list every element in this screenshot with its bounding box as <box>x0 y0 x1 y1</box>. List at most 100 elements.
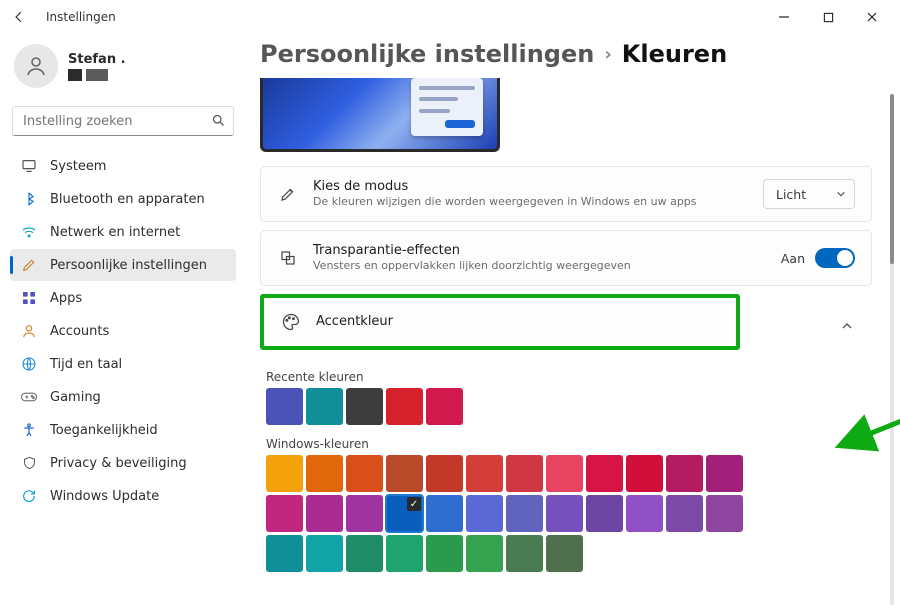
recent-swatch[interactable] <box>426 388 463 425</box>
windows-swatch[interactable] <box>306 455 343 492</box>
windows-swatch[interactable] <box>426 495 463 532</box>
accent-title: Accentkleur <box>316 314 720 330</box>
sidebar-item-3[interactable]: Persoonlijke instellingen <box>10 249 236 281</box>
accent-card[interactable]: Accentkleur <box>260 294 740 350</box>
sidebar-item-label: Bluetooth en apparaten <box>50 192 205 207</box>
minimize-button[interactable] <box>764 3 804 31</box>
windows-swatch[interactable] <box>386 455 423 492</box>
windows-swatch[interactable] <box>626 495 663 532</box>
scrollbar-thumb[interactable] <box>890 94 894 264</box>
windows-swatch[interactable] <box>706 455 743 492</box>
sidebar-item-8[interactable]: Toegankelijkheid <box>10 414 236 446</box>
sidebar-item-label: Netwerk en internet <box>50 225 180 240</box>
breadcrumb-current: Kleuren <box>622 40 727 68</box>
globe-icon <box>20 356 38 372</box>
brush-icon <box>277 185 299 203</box>
windows-swatch[interactable] <box>266 455 303 492</box>
window-title: Instellingen <box>46 10 116 24</box>
sidebar-item-7[interactable]: Gaming <box>10 381 236 413</box>
windows-swatch[interactable] <box>506 455 543 492</box>
recent-colors-grid <box>266 388 746 425</box>
recent-swatch[interactable] <box>346 388 383 425</box>
scrollbar[interactable] <box>890 94 894 605</box>
windows-swatch[interactable] <box>666 455 703 492</box>
windows-swatch[interactable] <box>586 495 623 532</box>
windows-swatch[interactable] <box>306 495 343 532</box>
sidebar-item-4[interactable]: Apps <box>10 282 236 314</box>
windows-swatch[interactable] <box>466 495 503 532</box>
sidebar-item-10[interactable]: Windows Update <box>10 480 236 512</box>
access-icon <box>20 422 38 438</box>
sidebar-nav: Systeem Bluetooth en apparaten Netwerk en … <box>10 150 236 512</box>
back-button[interactable] <box>8 6 30 28</box>
mode-title: Kies de modus <box>313 179 749 195</box>
profile[interactable]: Stefan . <box>10 38 236 102</box>
sidebar-item-1[interactable]: Bluetooth en apparaten <box>10 183 236 215</box>
windows-swatch[interactable] <box>346 495 383 532</box>
titlebar: Instellingen <box>0 0 900 34</box>
close-button[interactable] <box>852 3 892 31</box>
apps-icon <box>20 290 38 306</box>
windows-swatch[interactable] <box>626 455 663 492</box>
search-icon <box>211 113 226 132</box>
windows-swatch[interactable] <box>586 455 623 492</box>
sidebar-item-6[interactable]: Tijd en taal <box>10 348 236 380</box>
transparency-toggle[interactable] <box>815 248 855 268</box>
brush-icon <box>20 257 38 273</box>
sidebar-item-label: Windows Update <box>50 489 159 504</box>
desktop-preview <box>260 78 500 152</box>
sidebar-item-label: Gaming <box>50 390 101 405</box>
windows-swatch[interactable] <box>666 495 703 532</box>
sidebar-item-label: Tijd en taal <box>50 357 122 372</box>
monitor-icon <box>20 158 38 174</box>
maximize-button[interactable] <box>808 3 848 31</box>
sidebar-item-label: Toegankelijkheid <box>50 423 158 438</box>
windows-swatch[interactable] <box>426 535 463 572</box>
transparency-title: Transparantie-effecten <box>313 243 767 259</box>
gamepad-icon <box>20 390 38 404</box>
windows-swatch[interactable] <box>386 535 423 572</box>
windows-swatch[interactable] <box>266 495 303 532</box>
accent-expander[interactable] <box>832 320 862 332</box>
chevron-down-icon <box>836 189 846 199</box>
windows-swatch[interactable] <box>506 495 543 532</box>
breadcrumb-parent[interactable]: Persoonlijke instellingen <box>260 40 594 68</box>
windows-swatch[interactable] <box>546 455 583 492</box>
sidebar-item-label: Privacy & beveiliging <box>50 456 187 471</box>
sidebar-item-9[interactable]: Privacy & beveiliging <box>10 447 236 479</box>
recent-colors-title: Recente kleuren <box>266 370 872 384</box>
recent-swatch[interactable] <box>306 388 343 425</box>
windows-swatch[interactable] <box>546 495 583 532</box>
palette-icon <box>280 312 302 332</box>
mode-dropdown[interactable]: Licht <box>763 179 855 209</box>
mode-sub: De kleuren wijzigen die worden weergegev… <box>313 195 749 209</box>
bluetooth-icon <box>20 191 38 207</box>
chevron-right-icon: › <box>604 44 611 65</box>
windows-swatch[interactable]: ✓ <box>386 495 423 532</box>
windows-swatch[interactable] <box>426 455 463 492</box>
sidebar-item-2[interactable]: Netwerk en internet <box>10 216 236 248</box>
breadcrumb: Persoonlijke instellingen › Kleuren <box>254 34 872 78</box>
recent-swatch[interactable] <box>266 388 303 425</box>
windows-swatch[interactable] <box>466 455 503 492</box>
windows-swatch[interactable] <box>266 535 303 572</box>
windows-swatch[interactable] <box>506 535 543 572</box>
check-icon: ✓ <box>407 497 421 511</box>
transparency-value: Aan <box>781 251 805 266</box>
transparency-sub: Vensters en oppervlakken lijken doorzich… <box>313 259 767 273</box>
sidebar-item-0[interactable]: Systeem <box>10 150 236 182</box>
search-box[interactable] <box>12 106 234 136</box>
transparency-card: Transparantie-effecten Vensters en opper… <box>260 230 872 286</box>
person-icon <box>20 323 38 339</box>
windows-swatch[interactable] <box>346 535 383 572</box>
windows-swatch[interactable] <box>546 535 583 572</box>
windows-swatch[interactable] <box>306 535 343 572</box>
search-input[interactable] <box>12 106 234 136</box>
recent-swatch[interactable] <box>386 388 423 425</box>
windows-colors-grid: ✓ <box>266 455 746 572</box>
windows-swatch[interactable] <box>346 455 383 492</box>
windows-swatch[interactable] <box>466 535 503 572</box>
sidebar-item-5[interactable]: Accounts <box>10 315 236 347</box>
windows-swatch[interactable] <box>706 495 743 532</box>
windows-colors-title: Windows-kleuren <box>266 437 872 451</box>
